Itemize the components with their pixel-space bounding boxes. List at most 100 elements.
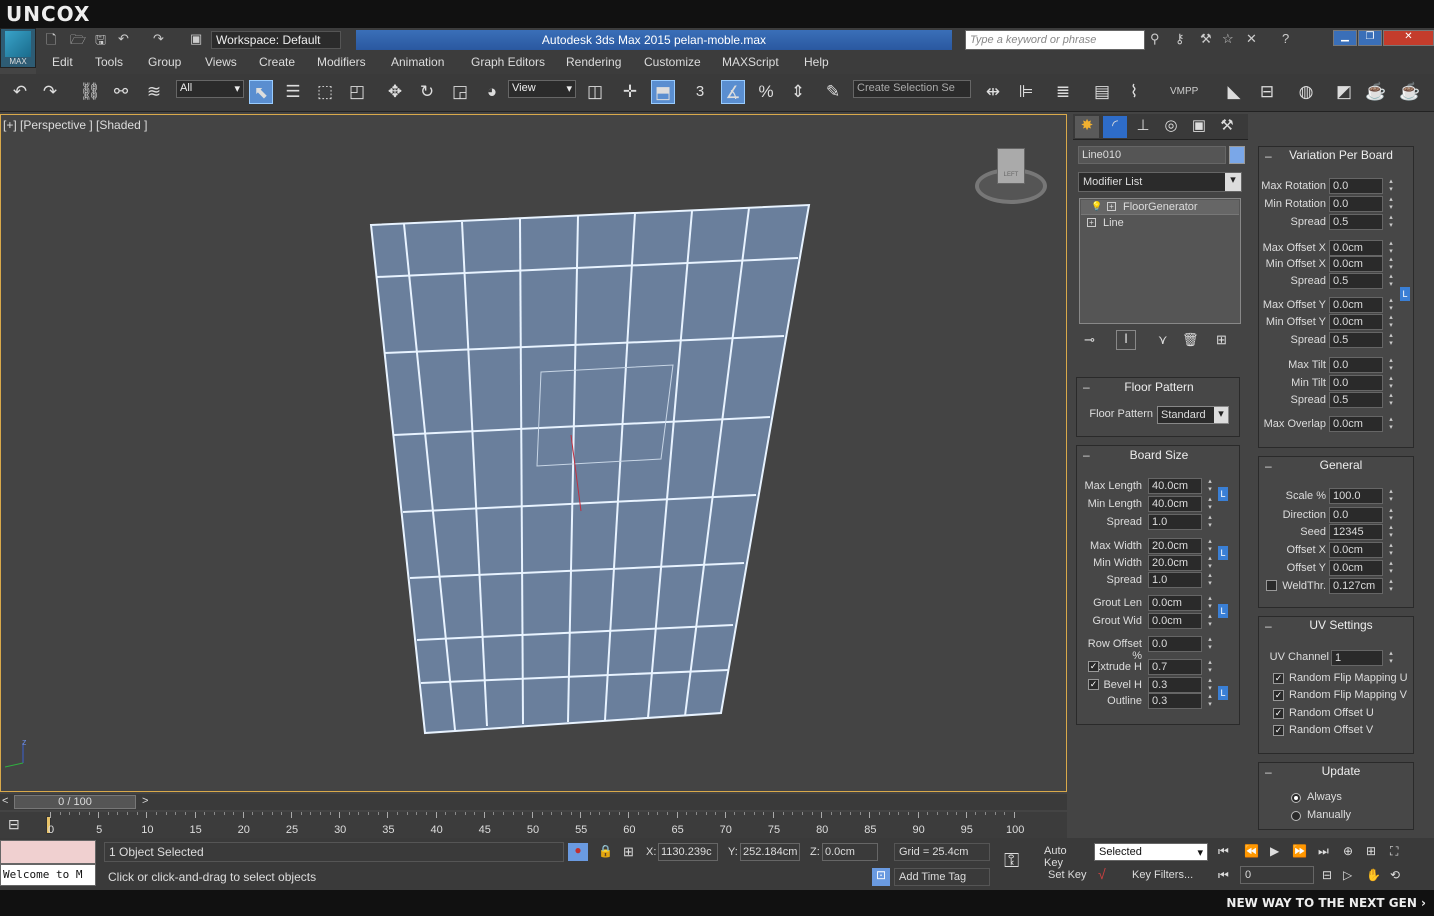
help-icon[interactable]: ?	[1282, 31, 1289, 46]
show-end-result-icon[interactable]: Ⅰ	[1116, 330, 1136, 350]
next-frame-icon[interactable]: >	[142, 795, 148, 807]
snaps-toggle-icon[interactable]: 3	[688, 80, 712, 104]
pivot-center-icon[interactable]: ◫	[583, 80, 607, 104]
material-editor-icon[interactable]: ◩	[1332, 80, 1356, 104]
add-time-tag-button[interactable]: Add Time Tag	[894, 868, 990, 886]
spinner-arrows-icon[interactable]: ▴ ▾	[1387, 178, 1395, 194]
key-filters-button[interactable]: Key Filters...	[1120, 867, 1208, 885]
utilities-tab-icon[interactable]: ⚒	[1215, 116, 1239, 138]
save-file-icon[interactable]: 🖫	[95, 31, 106, 53]
spinner-arrows-icon[interactable]: ▴ ▾	[1387, 332, 1395, 348]
application-button[interactable]: MAX	[0, 28, 36, 68]
menu-modifiers[interactable]: Modifiers	[317, 55, 366, 69]
general-spinner[interactable]: 0.0	[1329, 507, 1383, 523]
board-size-spinner[interactable]: 0.3	[1148, 693, 1202, 709]
uv-settings-title[interactable]: UV Settings	[1259, 618, 1423, 632]
spinner-arrows-icon[interactable]: ▴ ▾	[1387, 240, 1395, 256]
layer-manager-icon[interactable]: ≣	[1051, 80, 1075, 104]
general-spinner[interactable]: 12345	[1329, 524, 1383, 540]
spinner-arrows-icon[interactable]: ▴ ▾	[1387, 650, 1395, 666]
width-lock-toggle[interactable]: L	[1218, 546, 1228, 560]
graphite-ribbon-icon[interactable]: ▤	[1090, 80, 1114, 104]
update-title[interactable]: Update	[1259, 764, 1423, 778]
spinner-arrows-icon[interactable]: ▴ ▾	[1206, 693, 1214, 709]
rendered-frame-window-icon[interactable]: ⊟	[1255, 80, 1279, 104]
redo-quick-icon[interactable]: ↷	[153, 31, 164, 47]
uv-channel-spinner[interactable]: 1	[1331, 650, 1383, 666]
general-spinner[interactable]: 0.0cm	[1329, 542, 1383, 558]
general-spinner[interactable]: 0.127cm	[1329, 578, 1383, 594]
variation-spinner[interactable]: 0.0cm	[1329, 416, 1383, 432]
spinner-arrows-icon[interactable]: ▴ ▾	[1387, 560, 1395, 576]
spinner-arrows-icon[interactable]: ▴ ▾	[1387, 392, 1395, 408]
update-manually-radio[interactable]	[1291, 811, 1301, 821]
board-size-spinner[interactable]: 0.0	[1148, 636, 1202, 652]
time-configuration-icon[interactable]: ⊟	[1322, 868, 1332, 882]
vmpp-label[interactable]: VMPP	[1170, 86, 1198, 97]
z-coordinate-field[interactable]: 0.0cm	[822, 843, 878, 861]
keyboard-shortcut-override-icon[interactable]: ⬒	[651, 80, 675, 104]
spinner-arrows-icon[interactable]: ▴ ▾	[1206, 595, 1214, 611]
link-icon[interactable]: ⛓	[78, 80, 102, 104]
autodesk-icon[interactable]: ⚒	[1200, 31, 1212, 47]
create-tab-icon[interactable]: ✸	[1075, 116, 1099, 138]
align-icon[interactable]: ⊫	[1014, 80, 1038, 104]
spinner-arrows-icon[interactable]: ▴ ▾	[1206, 538, 1214, 554]
variation-spinner[interactable]: 0.5	[1329, 273, 1383, 289]
bevel-lock-toggle[interactable]: L	[1218, 686, 1228, 700]
x-coordinate-field[interactable]: 1130.239c	[658, 843, 718, 861]
display-tab-icon[interactable]: ▣	[1187, 116, 1211, 138]
variation-spinner[interactable]: 0.5	[1329, 332, 1383, 348]
viewcube-face[interactable]: LEFT	[997, 148, 1025, 184]
spinner-arrows-icon[interactable]: ▴ ▾	[1206, 572, 1214, 588]
zoom-all-icon[interactable]: ⊞	[1366, 844, 1376, 858]
spinner-arrows-icon[interactable]: ▴ ▾	[1387, 578, 1395, 594]
board-size-spinner[interactable]: 0.0cm	[1148, 595, 1202, 611]
update-always-radio[interactable]	[1291, 793, 1301, 803]
variation-spinner[interactable]: 0.5	[1329, 392, 1383, 408]
menu-animation[interactable]: Animation	[391, 55, 444, 69]
spinner-arrows-icon[interactable]: ▴ ▾	[1387, 375, 1395, 391]
go-to-end-icon[interactable]: ⏭	[1318, 844, 1329, 859]
object-color-swatch[interactable]	[1229, 146, 1245, 164]
key-mode-dropdown[interactable]: Selected ▾	[1094, 843, 1208, 861]
spinner-arrows-icon[interactable]: ▴ ▾	[1387, 542, 1395, 558]
general-spinner[interactable]: 0.0cm	[1329, 560, 1383, 576]
maxscript-mini-listener-pink[interactable]	[0, 840, 96, 864]
select-object-icon[interactable]: ⬉	[249, 80, 273, 104]
object-name-field[interactable]: Line010	[1078, 146, 1226, 164]
board-size-spinner[interactable]: 1.0	[1148, 572, 1202, 588]
random-flip-u-checkbox[interactable]: ✓	[1273, 673, 1284, 684]
variation-spinner[interactable]: 0.0cm	[1329, 297, 1383, 313]
time-tag-icon[interactable]: ⊡	[872, 868, 890, 886]
board-size-spinner[interactable]: 20.0cm	[1148, 555, 1202, 571]
extrude-checkbox[interactable]: ✓	[1088, 661, 1099, 672]
board-size-spinner[interactable]: 0.0cm	[1148, 613, 1202, 629]
render-production-icon[interactable]: ◍	[1294, 80, 1318, 104]
menu-maxscript[interactable]: MAXScript	[722, 55, 779, 69]
offset-lock-toggle[interactable]: L	[1400, 287, 1410, 301]
menu-customize[interactable]: Customize	[644, 55, 701, 69]
orbit-icon[interactable]: ⟲	[1390, 868, 1400, 882]
spinner-arrows-icon[interactable]: ▴ ▾	[1387, 314, 1395, 330]
previous-frame-icon[interactable]: <	[2, 795, 8, 807]
render-teapot-icon[interactable]: ☕	[1364, 80, 1388, 104]
variation-spinner[interactable]: 0.0cm	[1329, 240, 1383, 256]
spinner-arrows-icon[interactable]: ▴ ▾	[1387, 524, 1395, 540]
spinner-arrows-icon[interactable]: ▴ ▾	[1206, 636, 1214, 652]
spinner-arrows-icon[interactable]: ▴ ▾	[1387, 416, 1395, 432]
variation-spinner[interactable]: 0.0cm	[1329, 314, 1383, 330]
variation-spinner[interactable]: 0.0	[1329, 196, 1383, 212]
menu-graph-editors[interactable]: Graph Editors	[471, 55, 545, 69]
move-icon[interactable]: ✥	[383, 80, 407, 104]
spinner-arrows-icon[interactable]: ▴ ▾	[1387, 507, 1395, 523]
window-crossing-icon[interactable]: ◰	[345, 80, 369, 104]
manipulate-icon[interactable]: ✛	[618, 80, 642, 104]
board-size-spinner[interactable]: 1.0	[1148, 514, 1202, 530]
menu-group[interactable]: Group	[148, 55, 181, 69]
menu-tools[interactable]: Tools	[95, 55, 123, 69]
auto-key-button[interactable]: Auto Key	[1040, 843, 1090, 869]
variation-spinner[interactable]: 0.0	[1329, 375, 1383, 391]
field-of-view-icon[interactable]: ▷	[1343, 868, 1352, 882]
scale-icon[interactable]: ◲	[448, 80, 472, 104]
